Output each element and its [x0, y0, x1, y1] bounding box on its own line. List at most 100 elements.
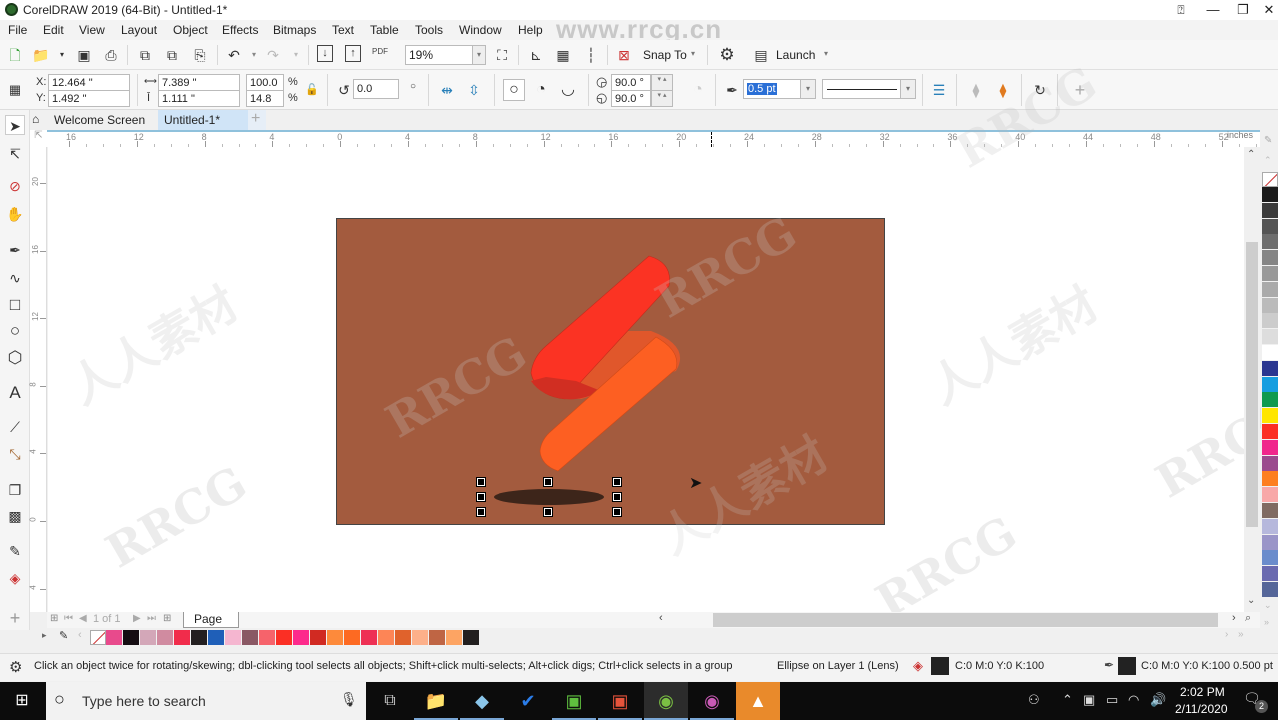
menu-view[interactable]: View	[79, 23, 105, 37]
camtasia-app-icon[interactable]: ▣	[552, 682, 596, 720]
color-swatch[interactable]	[412, 630, 428, 645]
outline-width-dropdown-icon[interactable]: ▾	[800, 79, 816, 99]
pie-mode-icon[interactable]: ◔	[531, 80, 551, 100]
palette-expand-bottom-icon[interactable]: »	[1238, 629, 1244, 640]
scroll-down-icon[interactable]: ⌄	[1247, 595, 1255, 606]
show-rulers-icon[interactable]: ⊾	[526, 45, 546, 65]
scale-height-field[interactable]: 14.8	[246, 90, 284, 107]
coreldraw-taskbar-icon[interactable]: ◉	[644, 682, 688, 720]
people-icon[interactable]: ⚇	[1028, 692, 1040, 708]
undo-icon[interactable]: ↶	[224, 45, 244, 65]
horizontal-ruler[interactable]: 16 12 8 4 0 4 8 12 16 20 24 28 32 36 40 44 48 52	[47, 130, 1274, 147]
last-page-icon[interactable]: ⏭	[147, 613, 156, 624]
interactive-fill-tool-icon[interactable]: ◈	[5, 568, 25, 588]
previous-page-icon[interactable]: ◀	[79, 613, 87, 624]
launch-dropdown-icon[interactable]: ▾	[824, 49, 828, 58]
color-swatch[interactable]	[276, 630, 292, 645]
page-tab-1[interactable]: Page 1	[183, 612, 239, 640]
selection-handle[interactable]	[543, 507, 553, 517]
outline-pen-status-icon[interactable]: ✒	[1104, 658, 1114, 672]
chrome-app-icon[interactable]: ◉	[690, 682, 734, 720]
selection-handle[interactable]	[543, 477, 553, 487]
color-swatch[interactable]	[1262, 187, 1278, 202]
color-swatch[interactable]	[1262, 297, 1278, 313]
color-swatch[interactable]	[1262, 250, 1278, 266]
color-swatch[interactable]	[1262, 566, 1278, 582]
palette-scroll-right-icon[interactable]: ›	[1225, 629, 1228, 640]
menu-window[interactable]: Window	[459, 23, 502, 37]
selection-handle[interactable]	[612, 507, 622, 517]
polygon-tool-icon[interactable]: ⬡	[5, 348, 25, 368]
task-view-icon[interactable]: ⧉	[368, 682, 412, 720]
outline-color-swatch[interactable]	[1118, 657, 1136, 675]
pick-tool-icon[interactable]: ➤	[5, 115, 25, 135]
color-swatch[interactable]	[429, 630, 445, 645]
add-page-before-icon[interactable]: ⊞	[50, 613, 58, 624]
save-icon[interactable]: ▣	[74, 45, 94, 65]
menu-object[interactable]: Object	[173, 23, 208, 37]
microphone-icon[interactable]: 🎙	[340, 691, 358, 708]
home-icon[interactable]: ⌂	[30, 110, 50, 130]
color-swatch[interactable]	[1262, 487, 1278, 503]
color-swatch[interactable]	[140, 630, 156, 645]
line-style-dropdown-icon[interactable]: ▾	[900, 79, 916, 99]
wifi-icon[interactable]: ◠	[1128, 692, 1139, 708]
vertical-scrollbar[interactable]: ⌃ ⌄	[1244, 147, 1260, 612]
next-page-icon[interactable]: ▶	[133, 613, 141, 624]
menu-help[interactable]: Help	[518, 23, 543, 37]
mirror-horizontal-icon[interactable]: ⇹	[437, 80, 457, 100]
outline-width-field[interactable]: 0.5 pt	[743, 79, 801, 99]
account-icon[interactable]: ⍰	[1166, 0, 1196, 20]
ruler-origin-icon[interactable]: ⇱	[30, 130, 47, 147]
arc-mode-icon[interactable]: ◡	[558, 80, 578, 100]
color-swatch[interactable]	[1262, 503, 1278, 518]
color-swatch[interactable]	[1262, 360, 1278, 376]
redo-dropdown-icon[interactable]: ▾	[286, 45, 306, 65]
vertical-scroll-thumb[interactable]	[1246, 242, 1258, 527]
volume-icon[interactable]: 🔊	[1150, 692, 1166, 708]
notepad-app-icon[interactable]: ◆	[460, 682, 504, 720]
camtasia-recorder-icon[interactable]: ▣	[598, 682, 642, 720]
selection-handle[interactable]	[476, 477, 486, 487]
shadow-ellipse[interactable]	[494, 489, 604, 505]
clock-date[interactable]: 2/11/2020	[1175, 702, 1228, 716]
menu-edit[interactable]: Edit	[43, 23, 64, 37]
menu-layout[interactable]: Layout	[121, 23, 157, 37]
parallel-dimension-tool-icon[interactable]: ⟋	[5, 417, 25, 437]
menu-effects[interactable]: Effects	[222, 23, 258, 37]
drop-shadow-tool-icon[interactable]: ❐	[5, 480, 25, 500]
rectangle-tool-icon[interactable]: □	[5, 295, 25, 315]
connector-tool-icon[interactable]: ⤡	[5, 444, 25, 464]
crop-tool-icon[interactable]: ⊘	[5, 176, 25, 196]
color-swatch[interactable]	[1262, 234, 1278, 250]
ellipse-mode-icon[interactable]: ○	[503, 79, 525, 101]
color-swatch[interactable]	[1262, 329, 1278, 345]
color-swatch[interactable]	[1262, 439, 1278, 455]
color-swatch[interactable]	[344, 630, 360, 645]
reference-point-icon[interactable]: ▦	[5, 80, 25, 100]
color-swatch[interactable]	[1262, 424, 1278, 439]
tab-welcome-screen[interactable]: Welcome Screen	[48, 110, 158, 130]
zoom-navigator-icon[interactable]: ⌕	[1245, 612, 1251, 625]
selection-handle[interactable]	[612, 477, 622, 487]
open-icon[interactable]: 📁	[31, 45, 51, 65]
to-front-icon[interactable]: ⧫	[966, 80, 986, 100]
no-color-swatch[interactable]	[1262, 172, 1278, 187]
windows-start-icon[interactable]: ⊞	[0, 682, 44, 720]
paste-icon[interactable]: ⎘	[190, 45, 210, 65]
zoom-dropdown-icon[interactable]: ▾	[472, 45, 486, 65]
to-back-icon[interactable]: ⧫	[993, 80, 1013, 100]
snap-off-icon[interactable]: ⊠	[614, 45, 634, 65]
color-swatch[interactable]	[1262, 582, 1278, 597]
color-swatch[interactable]	[1262, 218, 1278, 234]
status-settings-gear-icon[interactable]: ⚙	[9, 658, 22, 676]
scroll-left-icon[interactable]: ‹	[659, 612, 663, 624]
clock-time[interactable]: 2:02 PM	[1180, 685, 1225, 699]
color-swatch[interactable]	[1262, 345, 1278, 360]
width-field[interactable]: 7.389 "	[158, 74, 240, 91]
freehand-tool-icon[interactable]: ∿	[5, 268, 25, 288]
change-direction-icon[interactable]: ◔	[688, 80, 708, 100]
cut-icon[interactable]: ⧉	[135, 45, 155, 65]
close-button[interactable]: ✕	[1254, 0, 1278, 20]
color-swatch[interactable]	[174, 630, 190, 645]
